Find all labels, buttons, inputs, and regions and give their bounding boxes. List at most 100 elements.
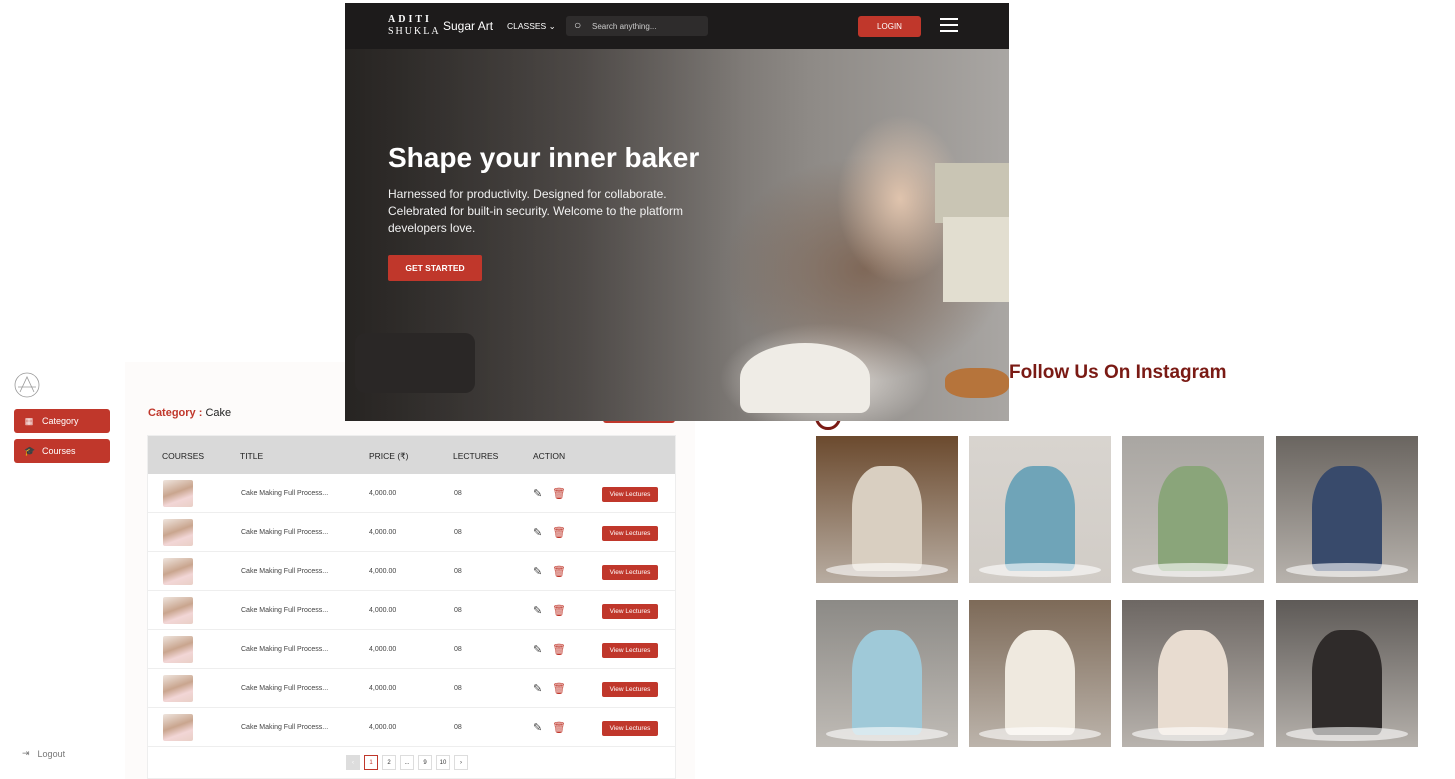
course-title: Cake Making Full Process... <box>241 724 329 731</box>
course-title: Cake Making Full Process... <box>241 646 329 653</box>
edit-icon[interactable]: ✎ <box>533 682 542 695</box>
course-price: 4,000.00 <box>369 724 397 731</box>
login-button[interactable]: LOGIN <box>858 16 921 37</box>
cake-image <box>1158 630 1228 735</box>
course-title: Cake Making Full Process... <box>241 685 329 692</box>
cake-image <box>852 630 922 735</box>
sidebar-item-label: Courses <box>42 446 76 456</box>
brand-name[interactable]: Sugar Art <box>443 19 493 33</box>
header-action: ACTION <box>533 451 566 461</box>
hero-title: Shape your inner baker <box>388 142 700 173</box>
course-price: 4,000.00 <box>369 490 397 497</box>
table-row: Cake Making Full Process... 4,000.00 08 ✎ 🗑 V… <box>148 591 675 630</box>
edit-icon[interactable]: ✎ <box>533 604 542 617</box>
hero-subtitle: Harnessed for productivity. Designed for… <box>388 187 684 235</box>
hamburger-menu-icon[interactable] <box>940 18 958 32</box>
table-row: Cake Making Full Process... 4,000.00 08 ✎ 🗑 V… <box>148 708 675 747</box>
cake-stand <box>826 563 948 577</box>
instagram-post[interactable] <box>816 600 958 747</box>
course-price: 4,000.00 <box>369 607 397 614</box>
prev-page-button[interactable]: ‹ <box>346 755 360 770</box>
view-lectures-button[interactable]: View Lectures <box>602 721 658 736</box>
header-lectures: LECTURES <box>453 451 499 461</box>
site-navbar: ADITI SHUKLA Sugar Art CLASSES ⌄ ○ LOGIN <box>345 3 1009 49</box>
instagram-post[interactable] <box>969 600 1111 747</box>
view-lectures-button[interactable]: View Lectures <box>602 682 658 697</box>
course-thumbnail <box>163 597 193 624</box>
edit-icon[interactable]: ✎ <box>533 565 542 578</box>
delete-icon[interactable]: 🗑 <box>552 604 566 617</box>
next-page-button[interactable]: › <box>454 755 468 770</box>
page-2-button[interactable]: 2 <box>382 755 396 770</box>
logout-button[interactable]: ⇥ Logout <box>22 748 65 759</box>
instagram-post[interactable] <box>1122 600 1264 747</box>
sidebar-item-courses[interactable]: 🎓 Courses <box>14 439 110 463</box>
page-10-button[interactable]: 10 <box>436 755 450 770</box>
view-lectures-button[interactable]: View Lectures <box>602 643 658 658</box>
logo-icon <box>14 372 40 398</box>
view-lectures-button[interactable]: View Lectures <box>602 604 658 619</box>
instagram-post[interactable] <box>1276 436 1418 583</box>
course-lectures: 08 <box>454 724 462 731</box>
brand-logo-bottom[interactable]: SHUKLA <box>388 26 441 37</box>
course-price: 4,000.00 <box>369 529 397 536</box>
table-row: Cake Making Full Process... 4,000.00 08 ✎ 🗑 V… <box>148 630 675 669</box>
page-9-button[interactable]: 9 <box>418 755 432 770</box>
view-lectures-button[interactable]: View Lectures <box>602 526 658 541</box>
classes-dropdown[interactable]: CLASSES ⌄ <box>507 21 556 32</box>
delete-icon[interactable]: 🗑 <box>552 565 566 578</box>
cake-stand <box>1286 727 1408 741</box>
search-box[interactable]: ○ <box>566 16 708 36</box>
header-price: PRICE (₹) <box>369 451 409 461</box>
page-1-button[interactable]: 1 <box>364 755 378 770</box>
cake-image <box>852 466 922 571</box>
instagram-post[interactable] <box>1122 436 1264 583</box>
pagination: ‹ 1 2 ... 9 10 › <box>346 755 468 770</box>
view-lectures-button[interactable]: View Lectures <box>602 487 658 502</box>
cake-image <box>1312 466 1382 571</box>
sidebar-item-label: Category <box>42 416 79 426</box>
course-price: 4,000.00 <box>369 685 397 692</box>
category-prefix: Category : <box>148 407 203 419</box>
logout-label: Logout <box>37 748 66 759</box>
cake-stand <box>979 563 1101 577</box>
cake-stand <box>1132 563 1254 577</box>
course-lectures: 08 <box>454 568 462 575</box>
cake-image <box>740 343 870 413</box>
instagram-post[interactable] <box>1276 600 1418 747</box>
course-price: 4,000.00 <box>369 646 397 653</box>
cake-box-image <box>935 163 1009 223</box>
delete-icon[interactable]: 🗑 <box>552 721 566 734</box>
edit-icon[interactable]: ✎ <box>533 643 542 656</box>
course-thumbnail <box>163 714 193 741</box>
delete-icon[interactable]: 🗑 <box>552 487 566 500</box>
table-row: Cake Making Full Process... 4,000.00 08 ✎ 🗑 V… <box>148 552 675 591</box>
grid-icon: ▦ <box>24 415 34 426</box>
header-courses: COURSES <box>162 451 205 461</box>
courses-table: COURSES TITLE PRICE (₹) LECTURES ACTION … <box>147 435 676 779</box>
page-ellipsis: ... <box>400 755 414 770</box>
instagram-title: Follow Us On Instagram <box>1009 362 1227 383</box>
cake-stand <box>1286 563 1408 577</box>
course-thumbnail <box>163 519 193 546</box>
view-lectures-button[interactable]: View Lectures <box>602 565 658 580</box>
delete-icon[interactable]: 🗑 <box>552 526 566 539</box>
delete-icon[interactable]: 🗑 <box>552 643 566 656</box>
course-thumbnail <box>163 558 193 585</box>
edit-icon[interactable]: ✎ <box>533 487 542 500</box>
edit-icon[interactable]: ✎ <box>533 721 542 734</box>
course-title: Cake Making Full Process... <box>241 568 329 575</box>
get-started-button[interactable]: GET STARTED <box>388 255 482 281</box>
sidebar-item-category[interactable]: ▦ Category <box>14 409 110 433</box>
brand-logo-top[interactable]: ADITI <box>388 14 432 25</box>
instagram-post[interactable] <box>969 436 1111 583</box>
category-value: Cake <box>205 407 232 419</box>
instagram-post[interactable] <box>816 436 958 583</box>
search-input[interactable] <box>592 18 702 34</box>
delete-icon[interactable]: 🗑 <box>552 682 566 695</box>
bowl-image <box>355 333 475 393</box>
page-title: Category : Cake <box>148 407 231 419</box>
graduation-cap-icon: 🎓 <box>24 445 36 456</box>
edit-icon[interactable]: ✎ <box>533 526 542 539</box>
course-thumbnail <box>163 480 193 507</box>
